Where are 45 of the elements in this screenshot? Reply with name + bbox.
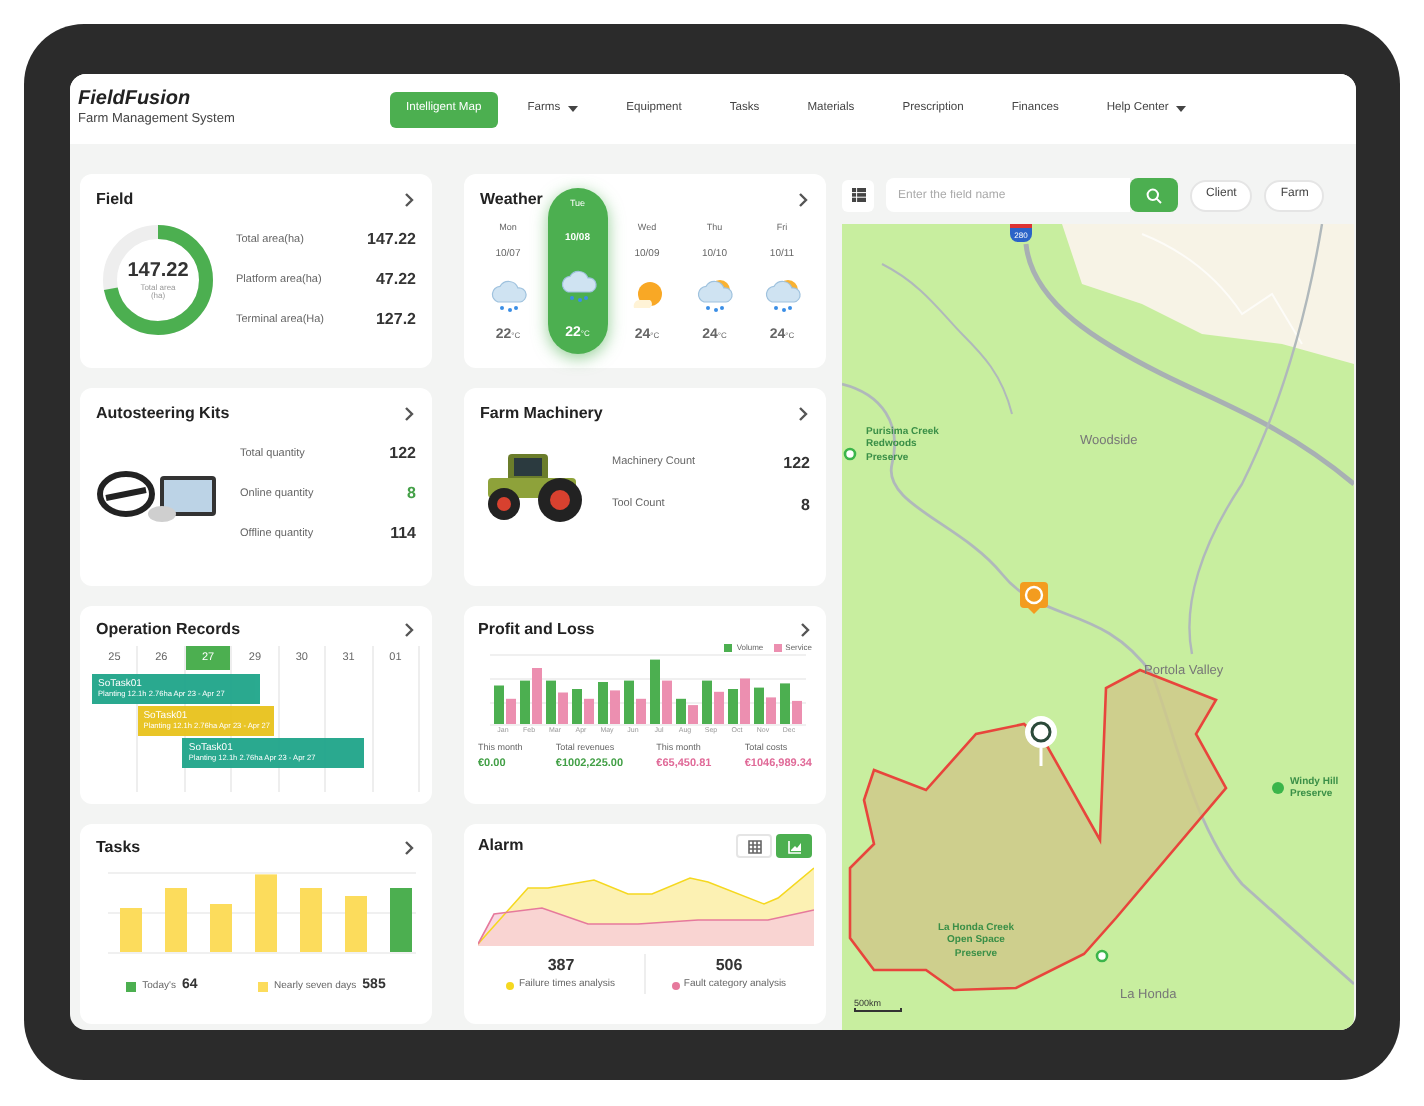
card-title: Operation Records: [96, 618, 241, 642]
stat-value: 147.22: [367, 228, 416, 252]
park-marker-icon: [843, 447, 857, 461]
view-toggle-button[interactable]: [776, 834, 812, 858]
card-title: Weather: [480, 188, 543, 212]
sun-rain-icon: [694, 276, 735, 315]
card-title: Farm Machinery: [480, 402, 603, 426]
scale-bar: [854, 1008, 902, 1012]
chevron-right-icon[interactable]: [404, 192, 416, 208]
chevron-right-icon[interactable]: [798, 192, 810, 208]
stat-value: 387: [547, 954, 575, 978]
rain-cloud-icon: [557, 265, 598, 304]
stat-value: 47.22: [375, 268, 416, 292]
rain-cloud-icon: [488, 276, 528, 315]
stat-value: 122: [389, 442, 416, 466]
card-title: Alarm: [478, 834, 524, 858]
stat-value: 122: [783, 451, 810, 475]
chevron-right-icon[interactable]: [800, 622, 812, 638]
total-area-value: 147.22: [127, 261, 189, 281]
search-button[interactable]: [1130, 178, 1178, 212]
card-title: Profit and Loss: [478, 618, 595, 642]
chevron-right-icon[interactable]: [404, 840, 416, 856]
list-icon: [851, 188, 865, 202]
park-marker-icon: [1272, 782, 1284, 795]
card-title: Field: [96, 188, 134, 212]
table-icon: [747, 839, 761, 853]
stat-value: 8: [801, 493, 810, 517]
field-boundary[interactable]: [848, 668, 1228, 992]
sun-rain-icon: [762, 276, 802, 315]
card-title: Tasks: [96, 836, 141, 860]
chevron-right-icon[interactable]: [404, 622, 416, 638]
stat-value: 127.2: [375, 308, 416, 332]
search-icon: [1146, 187, 1162, 203]
park-marker-icon: [1095, 949, 1109, 963]
list-view-button[interactable]: [842, 179, 874, 211]
chevron-right-icon[interactable]: [404, 406, 416, 422]
chart-icon: [787, 839, 801, 853]
vehicle-pin-icon[interactable]: [1025, 716, 1057, 766]
stat-value: 8: [407, 482, 416, 506]
stat-value: 506: [715, 954, 743, 978]
view-toggle-button[interactable]: [736, 834, 772, 858]
logo: FieldFusion: [78, 89, 193, 110]
chevron-right-icon[interactable]: [798, 406, 810, 422]
stat-value: 114: [390, 522, 416, 546]
card-title: Autosteering Kits: [96, 402, 230, 426]
